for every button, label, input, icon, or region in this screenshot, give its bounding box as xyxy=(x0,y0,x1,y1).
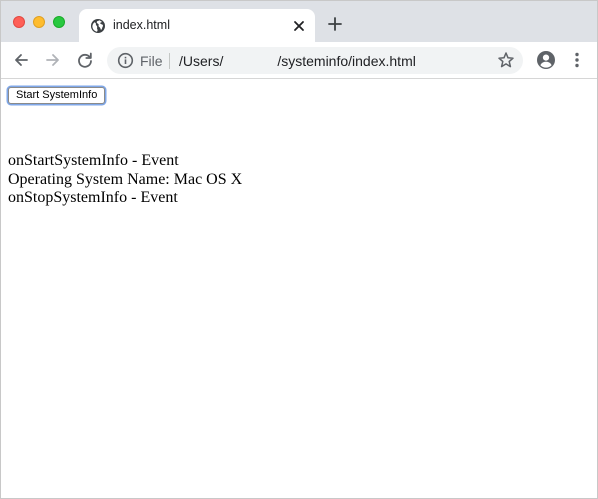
reload-icon[interactable] xyxy=(76,51,94,69)
globe-icon xyxy=(91,19,105,33)
tab-index-html[interactable]: index.html xyxy=(79,9,315,42)
url-text[interactable]: /Users/ /systeminfo/index.html xyxy=(179,53,416,69)
back-arrow-icon[interactable] xyxy=(12,51,30,69)
event-log: onStartSystemInfo - Event Operating Syst… xyxy=(8,152,242,208)
log-line: onStartSystemInfo - Event xyxy=(8,152,179,169)
info-icon[interactable] xyxy=(117,52,134,69)
minimize-window-button[interactable] xyxy=(33,16,45,28)
url-suffix: /systeminfo/index.html xyxy=(277,53,416,69)
log-line: onStopSystemInfo - Event xyxy=(8,189,178,206)
tab-title: index.html xyxy=(113,18,170,32)
page-content: Start SystemInfo onStartSystemInfo - Eve… xyxy=(1,79,597,498)
tab-strip: index.html xyxy=(1,1,597,42)
log-line: Operating System Name: Mac OS X xyxy=(8,170,243,188)
plus-icon[interactable] xyxy=(327,16,343,32)
forward-arrow-icon[interactable] xyxy=(44,51,62,69)
zoom-window-button[interactable] xyxy=(53,16,65,28)
profile-icon[interactable] xyxy=(536,50,556,70)
browser-toolbar: File /Users/ /systeminfo/index.html xyxy=(1,42,597,79)
address-bar[interactable]: File /Users/ /systeminfo/index.html xyxy=(107,47,523,74)
menu-icon[interactable] xyxy=(569,51,585,69)
close-window-button[interactable] xyxy=(13,16,25,28)
star-icon[interactable] xyxy=(497,51,515,69)
url-prefix: /Users/ xyxy=(179,53,224,69)
address-divider xyxy=(169,53,170,69)
close-icon[interactable] xyxy=(291,18,307,34)
start-systeminfo-button[interactable]: Start SystemInfo xyxy=(8,87,106,104)
scheme-label: File xyxy=(140,53,163,69)
browser-window: index.html File /Users/ /systeminfo/inde… xyxy=(0,0,598,499)
